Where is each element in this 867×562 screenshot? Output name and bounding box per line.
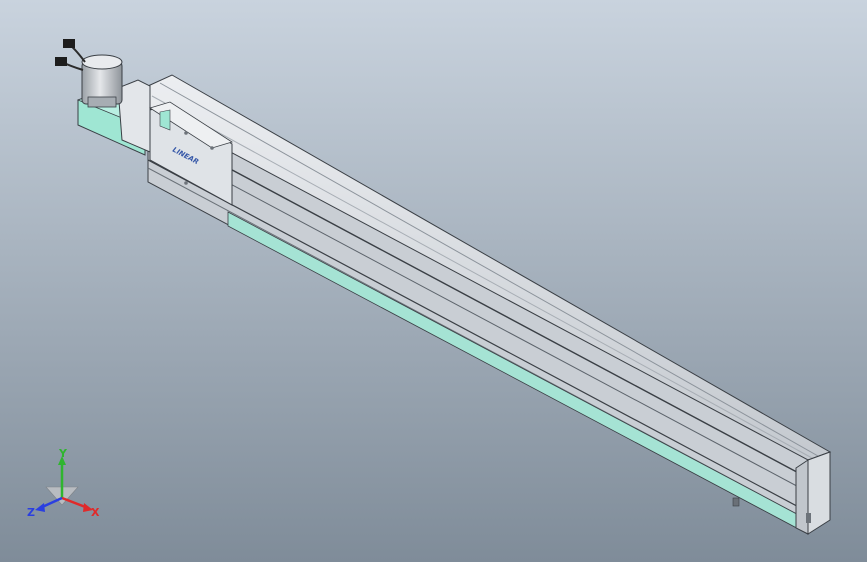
cad-3d-viewport[interactable]: LINEAR Y X Z xyxy=(0,0,867,562)
z-axis-label: Z xyxy=(27,506,35,519)
rail-foot xyxy=(732,497,740,507)
power-connector-icon[interactable] xyxy=(63,39,75,48)
model-view[interactable]: LINEAR Y X Z xyxy=(0,0,867,562)
motor-top-cap xyxy=(81,54,123,70)
motor-flange xyxy=(87,96,117,108)
y-axis-label: Y xyxy=(58,447,68,460)
carriage-screw xyxy=(210,146,214,150)
x-axis-label: X xyxy=(91,506,100,519)
carriage-screw xyxy=(184,181,188,185)
carriage-screw xyxy=(184,131,188,135)
rail-end-cap xyxy=(807,451,831,535)
end-cap-screw xyxy=(806,513,811,523)
encoder-connector-icon[interactable] xyxy=(55,57,67,66)
